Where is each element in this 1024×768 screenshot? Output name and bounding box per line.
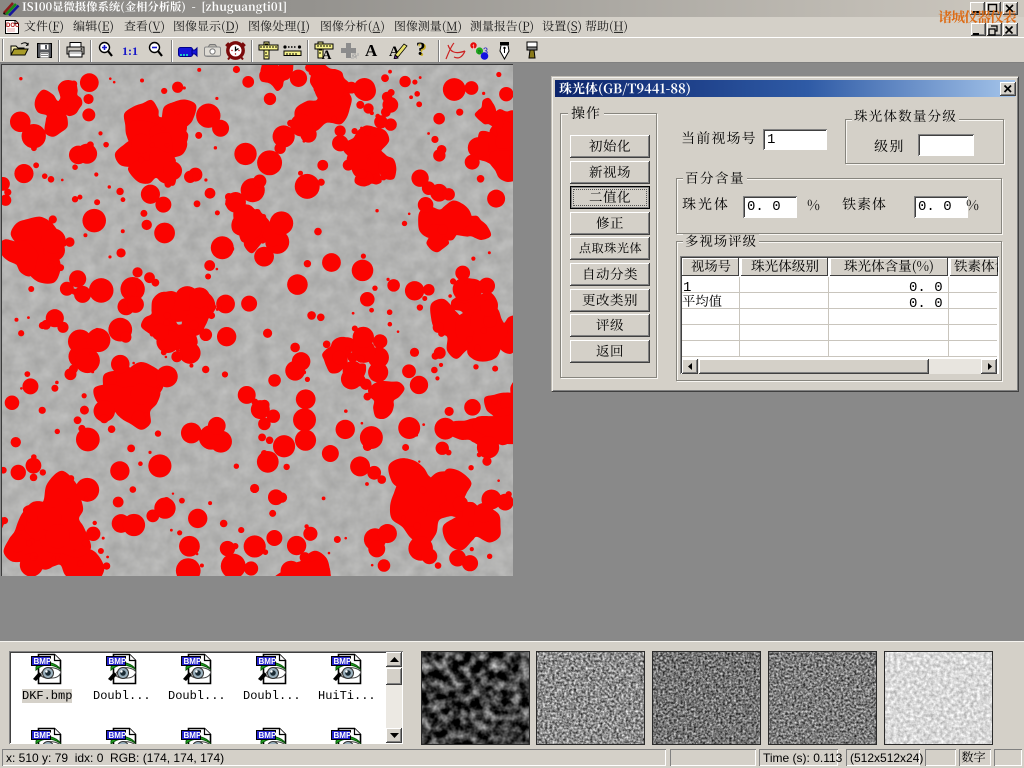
svg-text:BMP: BMP [259,657,277,666]
svg-text:DOC: DOC [6,23,20,29]
svg-text:BMP: BMP [34,731,52,740]
svg-text:a: a [478,49,482,56]
svg-text:BMP: BMP [184,657,202,666]
svg-text:BMP: BMP [259,731,277,740]
svg-text:BMP: BMP [109,731,127,740]
svg-text:BMP: BMP [334,731,352,740]
svg-text:BMP: BMP [34,657,52,666]
svg-text:BMP: BMP [334,657,352,666]
svg-text:BMP: BMP [109,657,127,666]
svg-text:?: ? [416,41,426,60]
svg-text:A: A [322,47,332,60]
svg-text:BMP: BMP [184,731,202,740]
